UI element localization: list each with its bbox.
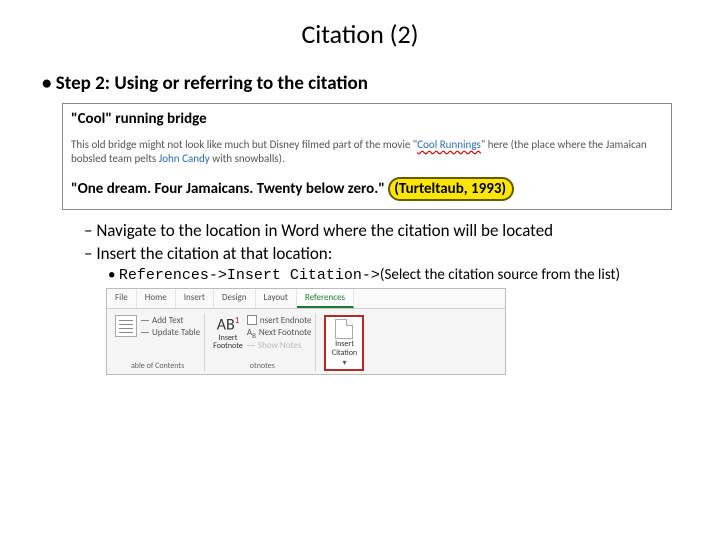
doc-heading-rest: running bridge [112,110,207,128]
quote-text: "One dream. Four Jamaicans. Twenty below… [71,180,388,198]
actor-link: John Candy [159,152,210,165]
show-notes-button[interactable]: Show Notes [247,340,312,351]
doc-heading: "Cool" running bridge [71,110,663,128]
add-text-button[interactable]: Add Text [141,315,200,326]
navigate-instruction: Navigate to the location in Word where t… [84,220,684,241]
tab-layout[interactable]: Layout [256,289,297,308]
chevron-down-icon: ▾ [342,358,346,368]
tab-references[interactable]: References [297,289,354,308]
group-toc: Add Text Update Table able of Contents [111,313,205,372]
tab-design[interactable]: Design [214,289,256,308]
menu-path-tail: (Select the citation source from the lis… [380,266,620,284]
doc-body-post: with snowballs). [210,152,285,165]
doc-quote-line: "One dream. Four Jamaicans. Twenty below… [71,177,663,201]
group-citations: Insert Citation ▾ [320,313,368,372]
menu-path: References->Insert Citation->(Select the… [108,266,684,284]
word-ribbon-screenshot: File Home Insert Design Layout Reference… [106,288,506,375]
group-footnotes: AB1 Insert Footnote nsert Endnote ABNext… [209,313,316,372]
insert-endnote-button[interactable]: nsert Endnote [247,315,312,326]
insert-instruction: Insert the citation at that location: [84,243,684,264]
movie-link: Cool Runnings [417,138,481,151]
step-heading: Step 2: Using or referring to the citati… [42,72,684,95]
update-table-button[interactable]: Update Table [141,327,200,338]
doc-body-pre: This old bridge might not look like much… [71,138,417,151]
doc-heading-quote: "Cool" [71,110,112,128]
ribbon-groups: Add Text Update Table able of Contents A… [107,309,505,374]
toc-icon[interactable] [115,315,137,337]
doc-body: This old bridge might not look like much… [71,138,663,167]
footnote-icon[interactable]: AB1 [217,315,240,334]
menu-path-code: References->Insert Citation-> [119,267,380,284]
insert-citation-line1: Insert [335,340,354,348]
group-footnotes-label: otnotes [213,361,311,371]
word-document-sample: "Cool" running bridge This old bridge mi… [62,103,672,210]
group-toc-label: able of Contents [115,361,200,371]
ribbon-tabs: File Home Insert Design Layout Reference… [107,289,505,309]
tab-file[interactable]: File [107,289,137,308]
citation-highlight: (Turteltaub, 1993) [388,177,514,201]
tab-home[interactable]: Home [137,289,176,308]
insert-footnote-label: Insert Footnote [213,334,243,350]
next-footnote-button[interactable]: ABNext Footnote [247,327,312,340]
slide-title: Citation (2) [36,18,684,50]
insert-citation-button[interactable]: Insert Citation ▾ [324,315,364,371]
insert-citation-line2: Citation [332,349,357,357]
tab-insert[interactable]: Insert [176,289,214,308]
citation-doc-icon [335,319,353,339]
